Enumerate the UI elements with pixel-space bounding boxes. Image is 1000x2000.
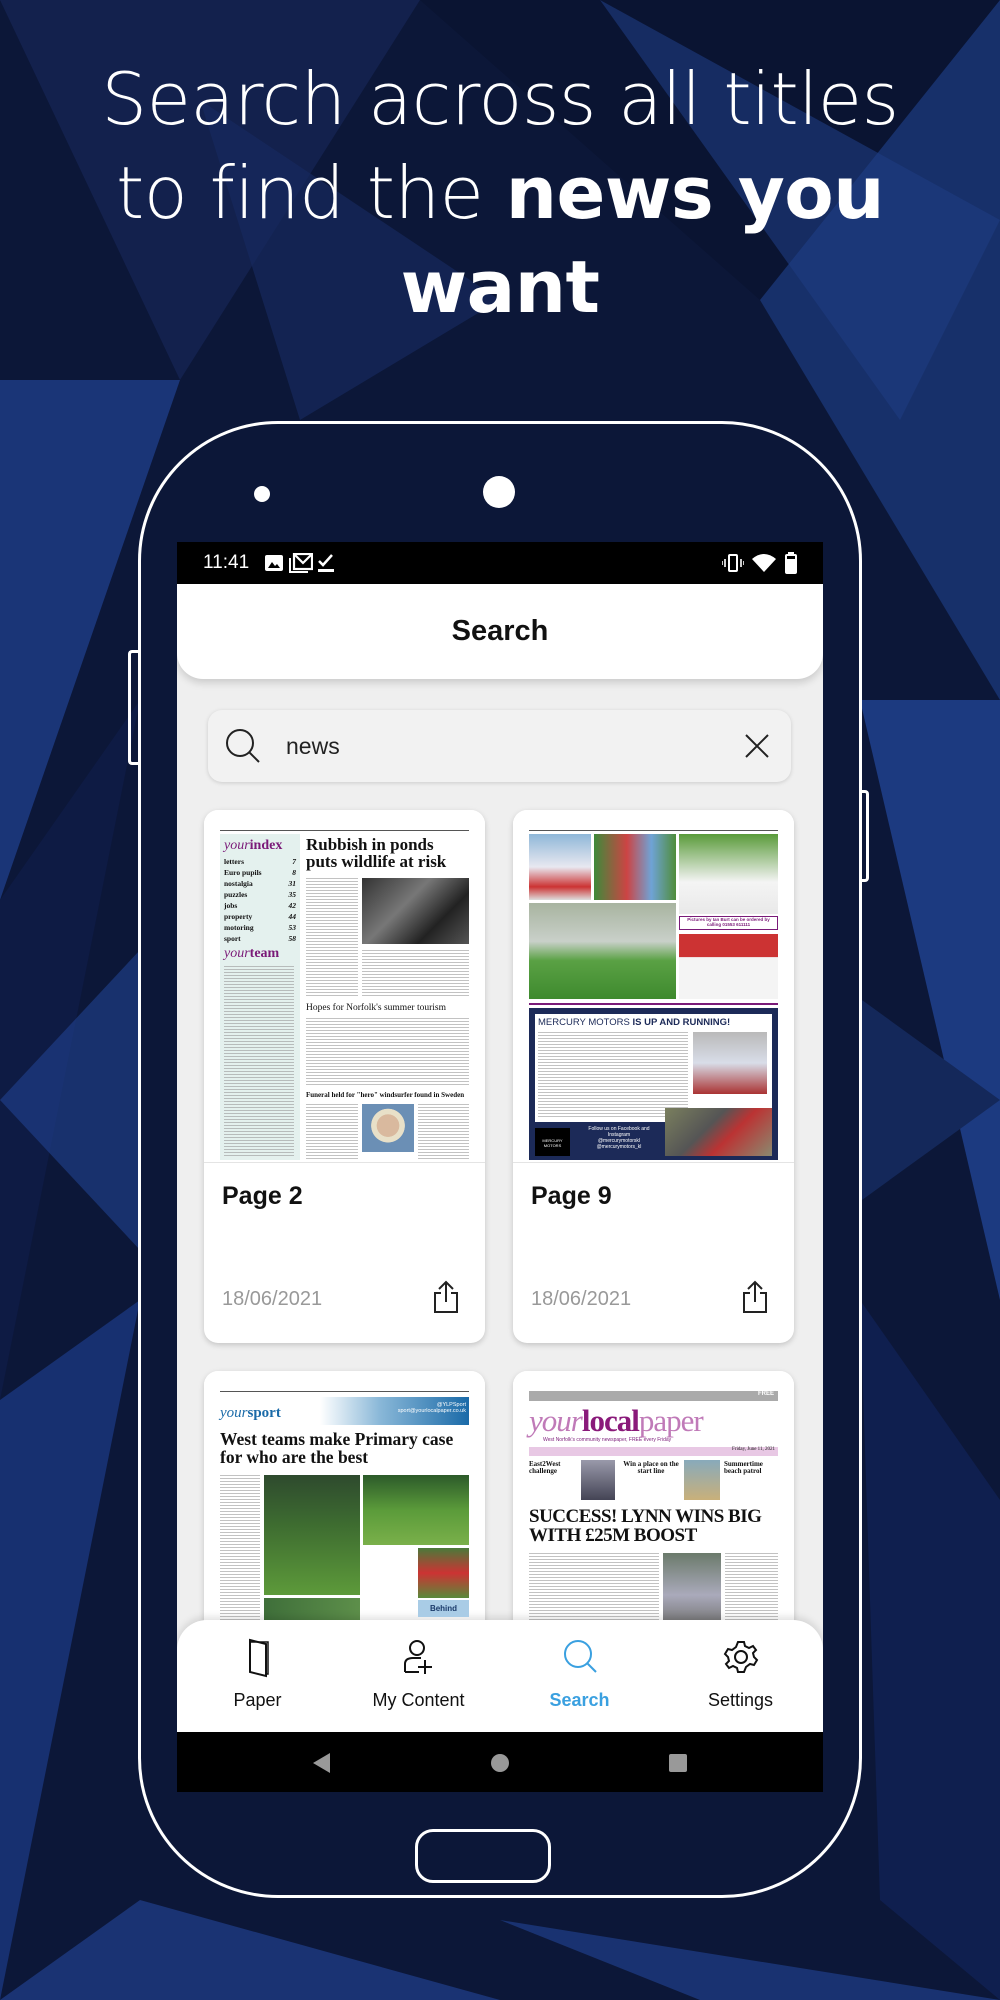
- result-card[interactable]: yourindex letters 7 Euro pupils 8 nostalgia 3…: [204, 810, 485, 1343]
- back-button[interactable]: [312, 1752, 332, 1774]
- system-navigation-bar: [177, 1732, 823, 1792]
- nav-label: Settings: [707, 1690, 774, 1710]
- photo-caption: Pictures by Ian Burt can be ordered by c…: [679, 916, 778, 930]
- headline-2: Hopes for Norfolk's summer tourism: [306, 1003, 446, 1013]
- wifi-icon: [752, 554, 776, 572]
- search-icon: [563, 1640, 597, 1673]
- share-button[interactable]: [742, 1280, 768, 1314]
- page-label: Page 2: [222, 1182, 303, 1210]
- nav-my-content[interactable]: My Content: [338, 1620, 499, 1732]
- dateline: Friday, June 11, 2021: [529, 1447, 778, 1456]
- teaser-1: East2West challenge: [529, 1460, 561, 1475]
- nav-settings[interactable]: Settings: [660, 1620, 821, 1732]
- photo-portrait: [362, 1104, 414, 1152]
- sport-contact: @YLPSport sport@yourlocalpaper.co.uk: [320, 1397, 469, 1425]
- newspaper-page-9: Pictures by Ian Burt can be ordered by c…: [529, 830, 778, 1160]
- recents-button[interactable]: [668, 1753, 688, 1773]
- index-item: nostalgia 31: [224, 879, 296, 888]
- team-title: yourteam: [224, 946, 280, 961]
- section-title: yoursport: [220, 1405, 281, 1421]
- teaser-2: Win a place on the start line: [623, 1460, 679, 1475]
- index-item: motoring 53: [224, 923, 296, 932]
- page-thumbnail[interactable]: yourindex letters 7 Euro pupils 8 nostalgia 3…: [204, 810, 485, 1163]
- index-item: sport 58: [224, 934, 296, 943]
- home-button[interactable]: [490, 1753, 510, 1773]
- promo-line-3-bold: want: [400, 245, 600, 329]
- index-title: yourindex: [224, 838, 283, 853]
- add-user-icon: [403, 1640, 432, 1674]
- phone-camera: [483, 476, 515, 508]
- nav-search[interactable]: Search: [499, 1620, 660, 1732]
- index-item: jobs 42: [224, 901, 296, 910]
- paper-icon: [248, 1638, 269, 1678]
- nav-label: My Content: [372, 1690, 465, 1710]
- promo-line-3: want: [0, 240, 1000, 334]
- phone-side-button-left: [128, 650, 138, 765]
- status-time: 11:41: [203, 552, 250, 573]
- sidebar-box: Behind: [418, 1600, 469, 1617]
- tagline: West Norfolk's community newspaper, FREE…: [543, 1437, 672, 1443]
- promo-line-2-bold: news you: [505, 151, 885, 235]
- search-icon: [226, 729, 260, 763]
- image-icon: [265, 555, 283, 571]
- promo-line-2-light: to find the: [116, 151, 506, 235]
- nav-paper[interactable]: Paper: [177, 1620, 338, 1732]
- ad-title: MERCURY MOTORS IS UP AND RUNNING!: [538, 1017, 731, 1028]
- index-item: property 44: [224, 912, 296, 921]
- search-input[interactable]: [286, 728, 706, 764]
- teaser-3: Summertime beach patrol: [724, 1460, 763, 1475]
- promo-headline: Search across all titles to find the new…: [0, 52, 1000, 334]
- page-title: Search: [177, 584, 823, 679]
- gmail-icon: [289, 553, 313, 573]
- bottom-navigation: Paper My Content Search Settings: [177, 1620, 823, 1732]
- newspaper-page-2: yourindex letters 7 Euro pupils 8 nostalgia 3…: [220, 830, 469, 1160]
- page-label: Page 9: [531, 1182, 612, 1210]
- search-bar[interactable]: [208, 710, 791, 782]
- battery-icon: [785, 552, 797, 574]
- headline-3: Funeral held for "hero" windsurfer found…: [306, 1091, 465, 1099]
- nav-label: Search: [549, 1690, 610, 1710]
- mercury-motors-ad: MERCURY MOTORS IS UP AND RUNNING! MERCUR…: [529, 1008, 778, 1160]
- index-list: letters 7 Euro pupils 8 nostalgia 31 puzzles 35…: [224, 856, 296, 944]
- result-card[interactable]: Pictures by Ian Burt can be ordered by c…: [513, 810, 794, 1343]
- check-icon: [318, 554, 334, 572]
- ad-logo: MERCURY MOTORS: [535, 1128, 570, 1156]
- index-item: letters 7: [224, 857, 296, 866]
- headline: SUCCESS! LYNN WINS BIG WITH £25M BOOST: [529, 1506, 762, 1546]
- phone-home-button: [415, 1829, 551, 1883]
- phone-side-button-right: [859, 790, 869, 882]
- index-item: Euro pupils 8: [224, 868, 296, 877]
- photo-duckling: [362, 878, 469, 944]
- vibrate-icon: [722, 554, 744, 572]
- status-bar: 11:41: [177, 542, 823, 584]
- share-button[interactable]: [433, 1280, 459, 1314]
- page-date: 18/06/2021: [222, 1288, 323, 1310]
- ad-follow: Follow us on Facebook and Instagram @merc…: [588, 1126, 650, 1150]
- clear-search-button[interactable]: [743, 732, 771, 760]
- headline: Rubbish in ponds puts wildlife at risk: [306, 835, 447, 871]
- phone-sensor: [254, 486, 270, 502]
- promo-line-2: to find the news you: [0, 146, 1000, 240]
- gear-icon: [723, 1641, 758, 1673]
- index-item: puzzles 35: [224, 890, 296, 899]
- free-label: FREE: [529, 1391, 778, 1401]
- headline: West teams make Primary case for who are…: [220, 1429, 454, 1467]
- page-thumbnail[interactable]: Pictures by Ian Burt can be ordered by c…: [513, 810, 794, 1163]
- masthead: yourlocalpaper: [529, 1403, 704, 1438]
- app-screen: 11:41 Search yourindex letters7 Euro pupi…: [177, 542, 823, 1792]
- page-date: 18/06/2021: [531, 1288, 632, 1310]
- nav-label: Paper: [233, 1690, 282, 1710]
- promo-line-1: Search across all titles: [101, 57, 899, 141]
